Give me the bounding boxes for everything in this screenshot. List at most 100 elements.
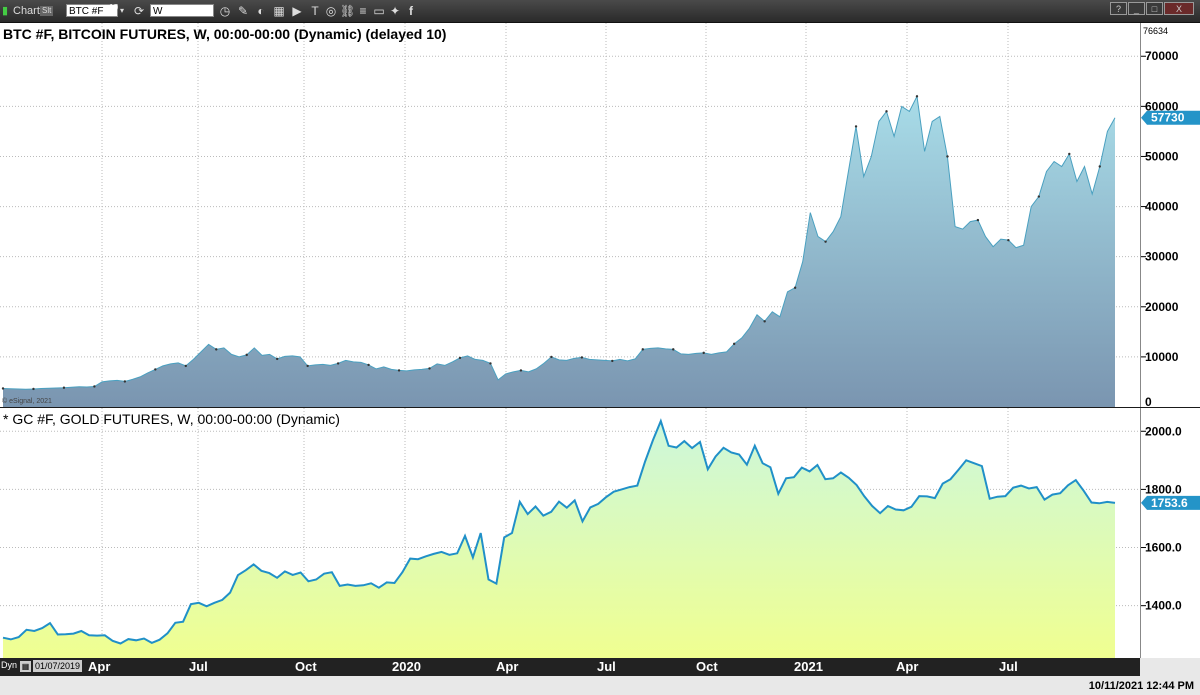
btc-point <box>154 368 157 371</box>
gold-y-axis[interactable]: 1400.0 1600.0 1800.0 2000.0 1753.6 <box>1140 408 1200 658</box>
dyn-label[interactable]: Dyn <box>1 660 17 670</box>
x-label-2020: 2020 <box>392 659 421 674</box>
btc-point <box>1098 165 1101 168</box>
minimize-button[interactable]: _ <box>1128 2 1145 15</box>
btc-point <box>854 125 858 128</box>
btc-point <box>885 110 888 113</box>
target-icon[interactable]: ◎ <box>324 4 338 18</box>
gold-pane[interactable]: * GC #F, GOLD FUTURES, W, 00:00-00:00 (D… <box>0 408 1140 658</box>
grid-icon[interactable]: ▦ <box>272 4 286 18</box>
gold-area <box>3 421 1115 658</box>
btc-point <box>732 342 736 346</box>
btc-point <box>611 359 614 363</box>
symbol-count: 10 <box>109 3 118 12</box>
x-label-jul-2019: Jul <box>189 659 208 674</box>
symbol-dropdown-icon[interactable]: ▾ <box>120 3 124 19</box>
refresh-icon[interactable]: ⟳ <box>132 4 146 18</box>
clock-icon[interactable]: ◷ <box>218 4 232 18</box>
btc-point <box>580 356 584 359</box>
gold-y-tick-label: 2000.0 <box>1145 424 1182 438</box>
link-badge[interactable]: Slt <box>40 6 54 16</box>
btc-point <box>32 387 35 391</box>
btc-y-tick-label: 30000 <box>1145 250 1179 264</box>
btc-point <box>824 240 827 243</box>
btc-y-axis-svg: 1000020000300004000050000600007000007663… <box>1141 26 1200 409</box>
x-axis[interactable]: Dyn ▦ 01/07/2019 Apr Jul Oct 2020 Apr Ju… <box>0 658 1140 676</box>
btc-point <box>367 363 370 367</box>
x-label-apr-2019: Apr <box>88 659 111 674</box>
btc-point <box>550 355 553 359</box>
btc-point <box>275 357 279 361</box>
x-label-2021: 2021 <box>794 659 823 674</box>
btc-point <box>489 362 492 365</box>
btc-point <box>62 386 66 389</box>
date-box[interactable]: 01/07/2019 <box>33 660 83 672</box>
gold-chart[interactable] <box>0 408 1140 658</box>
btc-point <box>915 95 919 98</box>
btc-point <box>1 387 5 390</box>
gold-title: * GC #F, GOLD FUTURES, W, 00:00-00:00 (D… <box>3 411 340 427</box>
x-label-jul-2021: Jul <box>999 659 1018 674</box>
btc-point <box>428 367 431 370</box>
btc-last-value-label: 57730 <box>1151 111 1185 125</box>
gold-y-tick-label: 1600.0 <box>1145 541 1182 555</box>
x-label-oct-2019: Oct <box>295 659 317 674</box>
btc-point <box>793 286 797 289</box>
close-button[interactable]: X <box>1164 2 1194 15</box>
interval-select[interactable]: W <box>150 4 214 17</box>
btc-point <box>397 369 401 372</box>
link-icon[interactable]: ⛓ <box>340 4 355 18</box>
twitter-icon[interactable]: ✦ <box>388 4 402 18</box>
btc-point <box>672 348 675 351</box>
btc-title: BTC #F, BITCOIN FUTURES, W, 00:00-00:00 … <box>3 26 447 42</box>
btc-point <box>976 218 980 222</box>
btc-point <box>336 362 340 365</box>
btc-point <box>1007 238 1010 242</box>
facebook-icon[interactable]: f <box>404 4 418 18</box>
pencil-icon[interactable]: ✎ <box>236 4 250 18</box>
btc-point <box>946 155 949 158</box>
btc-point <box>702 351 705 355</box>
chart-icon[interactable]: ◐ <box>254 4 268 18</box>
btc-point <box>1068 152 1071 156</box>
btc-point <box>215 348 218 351</box>
btc-point <box>93 385 96 388</box>
btc-chart[interactable] <box>0 23 1140 408</box>
x-label-apr-2020: Apr <box>496 659 519 674</box>
btc-y-tick-label: 70000 <box>1145 49 1179 63</box>
btc-y-tick-label: 50000 <box>1145 149 1179 163</box>
calendar-icon[interactable]: ▦ <box>20 661 31 672</box>
gold-y-axis-svg: 1400.0 1600.0 1800.0 2000.0 1753.6 <box>1141 424 1200 613</box>
btc-point <box>306 364 309 368</box>
btc-y-max-label: 76634 <box>1143 26 1168 36</box>
gold-y-tick-label: 1400.0 <box>1145 599 1182 613</box>
copyright: © eSignal, 2021 <box>2 398 52 405</box>
btc-y-tick-label: 40000 <box>1145 200 1179 214</box>
btc-y-tick-label: 20000 <box>1145 300 1179 314</box>
gold-last-value-label: 1753.6 <box>1151 496 1188 510</box>
list-icon[interactable]: ≡ <box>356 4 370 18</box>
status-datetime: 10/11/2021 12:44 PM <box>1088 680 1194 692</box>
gold-y-tick-label: 1800.0 <box>1145 482 1182 496</box>
btc-y-axis[interactable]: 10000 20000 30000 40000 50000 60000 70000 0 7663… <box>1140 23 1200 409</box>
chat-icon[interactable]: ▭ <box>372 4 386 18</box>
btc-point <box>123 380 127 383</box>
btc-point <box>641 348 644 351</box>
btc-point <box>1037 195 1041 198</box>
chart-label: Chart <box>13 5 40 17</box>
restore-button[interactable]: □ <box>1146 2 1163 15</box>
btc-y-tick-label: 0 <box>1145 395 1152 407</box>
x-label-apr-2021: Apr <box>896 659 919 674</box>
btc-pane[interactable]: BTC #F, BITCOIN FUTURES, W, 00:00-00:00 … <box>0 23 1140 408</box>
toolbar: ▮ Chart Slt BTC #F 10 ▾ ⟳ W ◷ ✎ ◐ ▦ ▶ T … <box>0 0 1200 23</box>
btc-y-tick-label: 10000 <box>1145 350 1179 364</box>
btc-point <box>245 353 248 357</box>
btc-point <box>519 369 523 372</box>
btc-point <box>763 320 766 323</box>
btc-point <box>184 364 187 368</box>
help-button[interactable]: ? <box>1110 2 1127 15</box>
t-icon[interactable]: T <box>308 4 322 18</box>
x-label-jul-2020: Jul <box>597 659 616 674</box>
x-label-oct-2020: Oct <box>696 659 718 674</box>
play-icon[interactable]: ▶ <box>290 4 304 18</box>
